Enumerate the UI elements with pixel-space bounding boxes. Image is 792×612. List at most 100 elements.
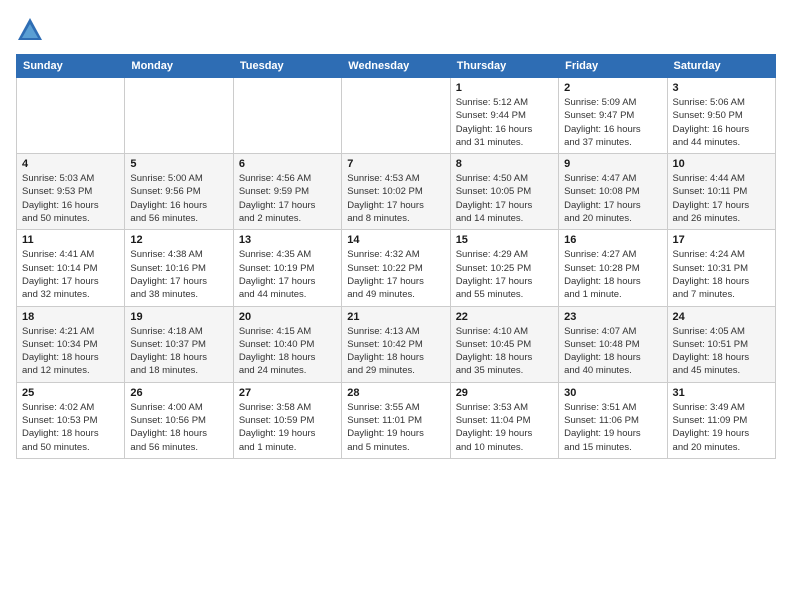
day-number: 4 [22, 158, 119, 170]
day-number: 22 [456, 311, 553, 323]
day-info: Sunrise: 3:55 AMSunset: 11:01 PMDaylight… [347, 401, 444, 454]
day-number: 2 [564, 82, 661, 94]
day-number: 10 [673, 158, 770, 170]
calendar-cell: 30Sunrise: 3:51 AMSunset: 11:06 PMDaylig… [559, 382, 667, 458]
calendar-cell: 15 Sunrise: 4:29 AMSunset: 10:25 PMDaylig… [450, 230, 558, 306]
calendar-cell: 1 Sunrise: 5:12 AMSunset: 9:44 PMDaylight… [450, 78, 558, 154]
calendar-cell: 25Sunrise: 4:02 AMSunset: 10:53 PMDaylig… [17, 382, 125, 458]
calendar-cell: 28Sunrise: 3:55 AMSunset: 11:01 PMDaylig… [342, 382, 450, 458]
calendar-cell: 3 Sunrise: 5:06 AMSunset: 9:50 PMDaylight… [667, 78, 775, 154]
day-info: Sunrise: 4:47 AMSunset: 10:08 PMDaylight… [564, 172, 661, 225]
calendar-cell: 19 Sunrise: 4:18 AMSunset: 10:37 PMDaylig… [125, 306, 233, 382]
day-number: 11 [22, 234, 119, 246]
day-number: 7 [347, 158, 444, 170]
day-info: Sunrise: 4:10 AMSunset: 10:45 PMDaylight… [456, 325, 553, 378]
page-header [16, 16, 776, 44]
calendar-cell: 7 Sunrise: 4:53 AMSunset: 10:02 PMDayligh… [342, 154, 450, 230]
day-info: Sunrise: 5:09 AMSunset: 9:47 PMDaylight:… [564, 96, 661, 149]
day-info: Sunrise: 4:56 AMSunset: 9:59 PMDaylight:… [239, 172, 336, 225]
day-info: Sunrise: 4:00 AMSunset: 10:56 PMDaylight… [130, 401, 227, 454]
calendar-cell [17, 78, 125, 154]
day-number: 15 [456, 234, 553, 246]
calendar-cell: 31 Sunrise: 3:49 AMSunset: 11:09 PMDaylig… [667, 382, 775, 458]
calendar-week-row: 18 Sunrise: 4:21 AMSunset: 10:34 PMDaylig… [17, 306, 776, 382]
calendar-cell: 26 Sunrise: 4:00 AMSunset: 10:56 PMDaylig… [125, 382, 233, 458]
day-info: Sunrise: 4:15 AMSunset: 10:40 PMDaylight… [239, 325, 336, 378]
day-number: 5 [130, 158, 227, 170]
day-number: 13 [239, 234, 336, 246]
day-info: Sunrise: 4:07 AMSunset: 10:48 PMDaylight… [564, 325, 661, 378]
calendar-cell: 9Sunrise: 4:47 AMSunset: 10:08 PMDayligh… [559, 154, 667, 230]
calendar-cell: 24 Sunrise: 4:05 AMSunset: 10:51 PMDaylig… [667, 306, 775, 382]
column-header-monday: Monday [125, 55, 233, 78]
calendar-cell: 14 Sunrise: 4:32 AMSunset: 10:22 PMDaylig… [342, 230, 450, 306]
day-info: Sunrise: 4:18 AMSunset: 10:37 PMDaylight… [130, 325, 227, 378]
day-info: Sunrise: 4:50 AMSunset: 10:05 PMDaylight… [456, 172, 553, 225]
calendar-cell: 12 Sunrise: 4:38 AMSunset: 10:16 PMDaylig… [125, 230, 233, 306]
day-number: 18 [22, 311, 119, 323]
day-number: 1 [456, 82, 553, 94]
calendar-cell: 17 Sunrise: 4:24 AMSunset: 10:31 PMDaylig… [667, 230, 775, 306]
day-info: Sunrise: 4:32 AMSunset: 10:22 PMDaylight… [347, 248, 444, 301]
calendar-cell: 4 Sunrise: 5:03 AMSunset: 9:53 PMDaylight… [17, 154, 125, 230]
day-info: Sunrise: 4:02 AMSunset: 10:53 PMDaylight… [22, 401, 119, 454]
day-info: Sunrise: 3:58 AMSunset: 10:59 PMDaylight… [239, 401, 336, 454]
calendar-cell: 16 Sunrise: 4:27 AMSunset: 10:28 PMDaylig… [559, 230, 667, 306]
column-header-friday: Friday [559, 55, 667, 78]
day-info: Sunrise: 5:06 AMSunset: 9:50 PMDaylight:… [673, 96, 770, 149]
calendar-cell: 11 Sunrise: 4:41 AMSunset: 10:14 PMDaylig… [17, 230, 125, 306]
day-info: Sunrise: 4:27 AMSunset: 10:28 PMDaylight… [564, 248, 661, 301]
calendar-cell [233, 78, 341, 154]
calendar-cell: 20Sunrise: 4:15 AMSunset: 10:40 PMDaylig… [233, 306, 341, 382]
calendar-cell: 6 Sunrise: 4:56 AMSunset: 9:59 PMDaylight… [233, 154, 341, 230]
day-info: Sunrise: 4:29 AMSunset: 10:25 PMDaylight… [456, 248, 553, 301]
calendar-cell: 18 Sunrise: 4:21 AMSunset: 10:34 PMDaylig… [17, 306, 125, 382]
calendar-week-row: 4 Sunrise: 5:03 AMSunset: 9:53 PMDaylight… [17, 154, 776, 230]
calendar-week-row: 11 Sunrise: 4:41 AMSunset: 10:14 PMDaylig… [17, 230, 776, 306]
day-info: Sunrise: 4:38 AMSunset: 10:16 PMDaylight… [130, 248, 227, 301]
calendar-cell: 2 Sunrise: 5:09 AMSunset: 9:47 PMDaylight… [559, 78, 667, 154]
calendar-table: SundayMondayTuesdayWednesdayThursdayFrid… [16, 54, 776, 459]
day-info: Sunrise: 4:41 AMSunset: 10:14 PMDaylight… [22, 248, 119, 301]
calendar-cell: 29 Sunrise: 3:53 AMSunset: 11:04 PMDaylig… [450, 382, 558, 458]
calendar-cell: 23 Sunrise: 4:07 AMSunset: 10:48 PMDaylig… [559, 306, 667, 382]
column-header-sunday: Sunday [17, 55, 125, 78]
day-number: 23 [564, 311, 661, 323]
day-info: Sunrise: 4:05 AMSunset: 10:51 PMDaylight… [673, 325, 770, 378]
day-info: Sunrise: 4:24 AMSunset: 10:31 PMDaylight… [673, 248, 770, 301]
column-header-wednesday: Wednesday [342, 55, 450, 78]
day-number: 19 [130, 311, 227, 323]
calendar-cell [342, 78, 450, 154]
calendar-cell: 27Sunrise: 3:58 AMSunset: 10:59 PMDaylig… [233, 382, 341, 458]
day-number: 30 [564, 387, 661, 399]
logo-icon [16, 16, 44, 44]
day-number: 12 [130, 234, 227, 246]
day-number: 8 [456, 158, 553, 170]
day-info: Sunrise: 4:21 AMSunset: 10:34 PMDaylight… [22, 325, 119, 378]
day-number: 16 [564, 234, 661, 246]
calendar-cell: 21Sunrise: 4:13 AMSunset: 10:42 PMDaylig… [342, 306, 450, 382]
day-info: Sunrise: 4:35 AMSunset: 10:19 PMDaylight… [239, 248, 336, 301]
calendar-cell: 10 Sunrise: 4:44 AMSunset: 10:11 PMDaylig… [667, 154, 775, 230]
day-number: 31 [673, 387, 770, 399]
day-number: 17 [673, 234, 770, 246]
day-info: Sunrise: 3:53 AMSunset: 11:04 PMDaylight… [456, 401, 553, 454]
day-info: Sunrise: 4:44 AMSunset: 10:11 PMDaylight… [673, 172, 770, 225]
day-info: Sunrise: 4:53 AMSunset: 10:02 PMDaylight… [347, 172, 444, 225]
calendar-header-row: SundayMondayTuesdayWednesdayThursdayFrid… [17, 55, 776, 78]
day-number: 29 [456, 387, 553, 399]
day-number: 14 [347, 234, 444, 246]
day-number: 26 [130, 387, 227, 399]
day-info: Sunrise: 5:12 AMSunset: 9:44 PMDaylight:… [456, 96, 553, 149]
column-header-tuesday: Tuesday [233, 55, 341, 78]
day-info: Sunrise: 3:49 AMSunset: 11:09 PMDaylight… [673, 401, 770, 454]
day-number: 21 [347, 311, 444, 323]
day-number: 24 [673, 311, 770, 323]
day-number: 6 [239, 158, 336, 170]
calendar-week-row: 25Sunrise: 4:02 AMSunset: 10:53 PMDaylig… [17, 382, 776, 458]
calendar-cell: 5Sunrise: 5:00 AMSunset: 9:56 PMDaylight… [125, 154, 233, 230]
calendar-cell: 13 Sunrise: 4:35 AMSunset: 10:19 PMDaylig… [233, 230, 341, 306]
day-number: 3 [673, 82, 770, 94]
day-info: Sunrise: 5:03 AMSunset: 9:53 PMDaylight:… [22, 172, 119, 225]
calendar-cell: 22 Sunrise: 4:10 AMSunset: 10:45 PMDaylig… [450, 306, 558, 382]
